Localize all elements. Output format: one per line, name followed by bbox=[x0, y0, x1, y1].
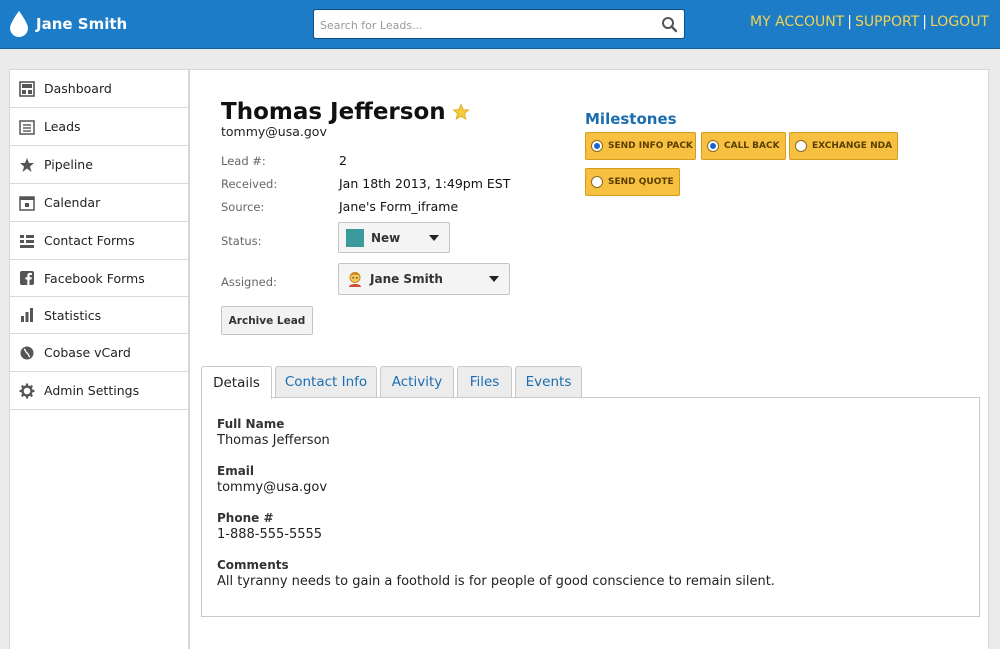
dashboard-icon bbox=[19, 80, 35, 97]
milestone-radio bbox=[707, 140, 719, 152]
milestone-radio bbox=[795, 140, 807, 152]
full-name-value: Thomas Jefferson bbox=[217, 433, 330, 448]
sidebar-item-dashboard[interactable]: Dashboard bbox=[10, 70, 188, 108]
milestone-call-back[interactable]: CALL BACK bbox=[701, 132, 786, 160]
milestone-label: CALL BACK bbox=[724, 141, 780, 151]
status-color-swatch bbox=[346, 228, 364, 247]
sidebar-item-label: Dashboard bbox=[44, 81, 112, 96]
search-icon[interactable] bbox=[661, 16, 678, 33]
phone-value: 1-888-555-5555 bbox=[217, 527, 323, 542]
top-bar: Jane Smith MY ACCOUNT | SUPPORT | LOGOUT bbox=[0, 0, 1000, 49]
leads-icon bbox=[19, 119, 35, 135]
milestone-label: SEND QUOTE bbox=[608, 177, 674, 187]
received-value: Jan 18th 2013, 1:49pm EST bbox=[339, 176, 511, 191]
status-label: Status: bbox=[221, 234, 262, 248]
source-value: Jane's Form_iframe bbox=[339, 199, 459, 214]
sidebar-item-label: Admin Settings bbox=[44, 383, 140, 398]
sidebar-item-label: Leads bbox=[44, 119, 81, 134]
milestone-label: SEND INFO PACK bbox=[608, 141, 693, 151]
email-value: tommy@usa.gov bbox=[217, 480, 328, 495]
milestone-exchange-nda[interactable]: EXCHANGE NDA bbox=[789, 132, 898, 160]
sidebar-item-contact-forms[interactable]: Contact Forms bbox=[10, 222, 188, 260]
milestone-radio bbox=[591, 140, 603, 152]
sidebar-item-label: Pipeline bbox=[44, 157, 93, 172]
sidebar-item-label: Contact Forms bbox=[44, 233, 135, 248]
archive-lead-button[interactable]: Archive Lead bbox=[221, 306, 313, 335]
assigned-dropdown[interactable]: Jane Smith bbox=[338, 263, 510, 295]
milestones-title: Milestones bbox=[585, 110, 677, 128]
lead-detail-panel: Thomas Jefferson tommy@usa.gov Lead #: 2… bbox=[189, 69, 989, 649]
water-drop-logo-icon bbox=[10, 11, 28, 37]
tab-activity[interactable]: Activity bbox=[380, 366, 454, 397]
full-name-label: Full Name bbox=[217, 417, 285, 431]
gear-icon bbox=[19, 383, 35, 398]
tab-files[interactable]: Files bbox=[457, 366, 512, 397]
email-label: Email bbox=[217, 464, 255, 478]
received-label: Received: bbox=[221, 177, 278, 191]
pipeline-icon bbox=[20, 157, 34, 172]
lead-email: tommy@usa.gov bbox=[221, 124, 327, 139]
sidebar-item-label: Statistics bbox=[44, 307, 102, 323]
search-box[interactable] bbox=[313, 9, 685, 39]
status-value: New bbox=[371, 230, 401, 245]
statistics-icon bbox=[21, 308, 33, 322]
phone-label: Phone # bbox=[217, 511, 274, 525]
my-account-link[interactable]: MY ACCOUNT bbox=[750, 14, 844, 30]
avatar-icon bbox=[349, 272, 361, 287]
sidebar-item-label: Cobase vCard bbox=[44, 345, 131, 360]
source-label: Source: bbox=[221, 200, 265, 214]
brand-name: Jane Smith bbox=[36, 15, 128, 33]
globe-icon bbox=[20, 346, 34, 359]
search-input[interactable] bbox=[320, 16, 650, 34]
sidebar-item-facebook-forms[interactable]: Facebook Forms bbox=[10, 260, 188, 297]
lead-name: Thomas Jefferson bbox=[221, 99, 446, 125]
lead-number-value: 2 bbox=[339, 153, 347, 168]
sidebar-item-leads[interactable]: Leads bbox=[10, 108, 188, 146]
comments-label: Comments bbox=[217, 558, 289, 572]
sidebar-item-statistics[interactable]: Statistics bbox=[10, 297, 188, 334]
calendar-icon bbox=[19, 195, 35, 211]
sidebar-item-calendar[interactable]: Calendar bbox=[10, 184, 188, 222]
milestone-send-quote[interactable]: SEND QUOTE bbox=[585, 168, 680, 196]
assigned-label: Assigned: bbox=[221, 275, 277, 289]
tab-details[interactable]: Details bbox=[201, 366, 272, 399]
lead-number-label: Lead #: bbox=[221, 154, 266, 168]
sidebar-item-label: Facebook Forms bbox=[44, 270, 145, 286]
status-dropdown[interactable]: New bbox=[338, 222, 450, 253]
support-link[interactable]: SUPPORT bbox=[855, 14, 919, 30]
account-links: MY ACCOUNT | SUPPORT | LOGOUT bbox=[750, 14, 989, 30]
brand[interactable]: Jane Smith bbox=[8, 10, 127, 38]
link-separator: | bbox=[847, 14, 852, 30]
link-separator: | bbox=[922, 14, 927, 30]
chevron-down-icon bbox=[429, 234, 439, 241]
star-icon[interactable] bbox=[452, 103, 470, 121]
sidebar-item-cobase-vcard[interactable]: Cobase vCard bbox=[10, 334, 188, 372]
facebook-icon bbox=[20, 271, 34, 285]
tab-events[interactable]: Events bbox=[515, 366, 582, 397]
details-tab-panel: Full Name Thomas Jefferson Email tommy@u… bbox=[201, 397, 980, 617]
sidebar-item-admin-settings[interactable]: Admin Settings bbox=[10, 372, 188, 410]
milestone-radio bbox=[591, 176, 603, 188]
comments-value: All tyranny needs to gain a foothold is … bbox=[217, 574, 775, 589]
logout-link[interactable]: LOGOUT bbox=[930, 14, 989, 30]
sidebar-nav: Dashboard Leads Pipeline Calendar Contac… bbox=[9, 69, 189, 649]
assigned-value: Jane Smith bbox=[370, 272, 443, 286]
sidebar-item-pipeline[interactable]: Pipeline bbox=[10, 146, 188, 184]
sidebar-item-label: Calendar bbox=[44, 195, 101, 210]
chevron-down-icon bbox=[489, 276, 499, 282]
milestone-label: EXCHANGE NDA bbox=[812, 141, 893, 151]
milestone-send-info-pack[interactable]: SEND INFO PACK bbox=[585, 132, 696, 160]
lead-title: Thomas Jefferson bbox=[221, 99, 470, 125]
contact-forms-icon bbox=[20, 234, 34, 248]
tab-contact-info[interactable]: Contact Info bbox=[275, 366, 377, 397]
